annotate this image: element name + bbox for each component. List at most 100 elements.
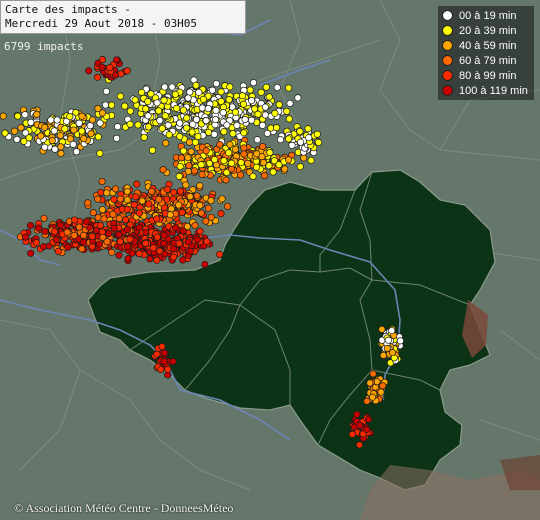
lightning-strike-dot [193,192,201,200]
lightning-strike-dot [196,227,204,235]
lightning-strike-dot [172,224,180,232]
lightning-strike-dot [179,227,187,235]
lightning-strike-dot [178,208,186,216]
lightning-strike-dot [109,210,117,218]
lightning-strike-dot [165,131,173,139]
lightning-strike-dot [240,100,248,108]
lightning-strike-dot [369,370,377,378]
lightning-strike-dot [97,188,105,196]
lightning-strike-dot [88,232,96,241]
lightning-strike-dot [75,223,83,231]
lightning-strike-dot [112,185,120,193]
lightning-strike-dot [53,116,61,124]
lightning-strike-dot [135,209,143,217]
legend-label: 100 à 119 min [459,84,528,97]
lightning-strike-dot [176,162,184,170]
lightning-strike-dot [269,168,277,176]
lightning-strike-dot [41,227,49,235]
lightning-strike-dot [257,88,265,96]
lightning-strike-dot [253,136,261,144]
lightning-strike-dot [176,119,184,127]
lightning-strike-dot [300,154,308,162]
lightning-strike-dot [261,111,269,119]
lightning-strike-dot [84,199,92,207]
lightning-strike-dot [227,159,236,167]
lightning-strike-dot [363,426,371,434]
lightning-strike-dot [113,56,121,64]
lightning-strike-dot [211,156,219,164]
lightning-strike-dot [142,228,150,236]
lightning-strike-dot [153,350,161,358]
lightning-strike-dot [251,105,259,113]
lightning-strike-dot [123,205,131,213]
lightning-strike-dot [161,112,169,120]
lightning-strike-dot [196,201,204,210]
lightning-strike-dot [106,64,114,72]
lightning-strike-dot [179,147,188,155]
lightning-strike-dot [51,227,59,236]
lightning-strike-dot [261,103,269,111]
lightning-strike-dot [226,83,234,91]
lightning-strike-dot [211,116,220,124]
lightning-strike-dot [223,202,232,210]
lightning-strike-dot [379,351,387,359]
lightning-strike-dot [261,172,269,180]
lightning-strike-dot [92,226,101,234]
lightning-strike-dot [88,116,97,124]
lightning-strike-dot [355,441,364,449]
lightning-strike-dot [225,149,233,157]
lightning-strike-dot [101,101,110,109]
legend-dot-icon [442,55,453,66]
lightning-strike-dot [368,393,377,401]
lightning-strike-dot [47,116,55,124]
lightning-strike-dot [132,193,140,201]
lightning-strike-dot [115,214,123,223]
lightning-strike-dot [283,107,291,115]
lightning-strike-dot [188,128,196,136]
lightning-strike-dot [103,238,111,246]
lightning-strike-dot [134,121,142,129]
lightning-strike-dot [353,410,361,418]
lightning-strike-dot [166,211,174,219]
lightning-strike-dot [191,138,199,146]
lightning-strike-dot [135,250,143,258]
lightning-strike-dot [176,132,184,141]
lightning-strike-dot [149,244,157,252]
lightning-strike-dot [69,140,77,148]
lightning-strike-dot [281,165,289,173]
lightning-strike-dot [161,250,169,258]
lightning-strike-dot [262,83,270,91]
lightning-strike-dot [39,243,48,251]
lightning-strike-dot [240,150,248,158]
lightning-strike-dot [193,236,201,244]
lightning-strike-dot [225,96,233,104]
lightning-strike-dot [222,176,230,184]
lightning-strike-dot [197,209,205,217]
lightning-strike-dot [27,249,35,257]
lightning-strike-dot [201,260,209,269]
lightning-strike-dot [288,141,296,149]
lightning-strike-dot [364,415,373,423]
lightning-strike-dot [231,145,239,153]
lightning-strike-dot [186,193,194,201]
lightning-strike-dot [57,143,65,151]
lightning-strike-dot [56,131,64,140]
lightning-strike-dot [79,231,88,239]
lightning-strike-dot [192,115,201,124]
lightning-strike-dot [285,84,293,92]
lightning-strike-dot [271,109,279,117]
lightning-strike-dot [153,233,161,241]
lightning-strike-dot [202,147,210,155]
lightning-strike-dot [52,236,60,244]
lightning-strike-dot [179,256,187,264]
lightning-strike-dot [249,172,257,180]
lightning-strike-dot [175,201,183,209]
lightning-strike-dot [259,159,267,167]
impact-count: 6799 impacts [4,40,84,53]
lightning-strike-dot [51,145,59,153]
lightning-strike-dot [348,430,356,438]
lightning-strike-dot [366,379,374,387]
lightning-strike-dot [198,104,206,112]
lightning-strike-dot [126,120,134,128]
lightning-strike-dot [122,216,130,224]
